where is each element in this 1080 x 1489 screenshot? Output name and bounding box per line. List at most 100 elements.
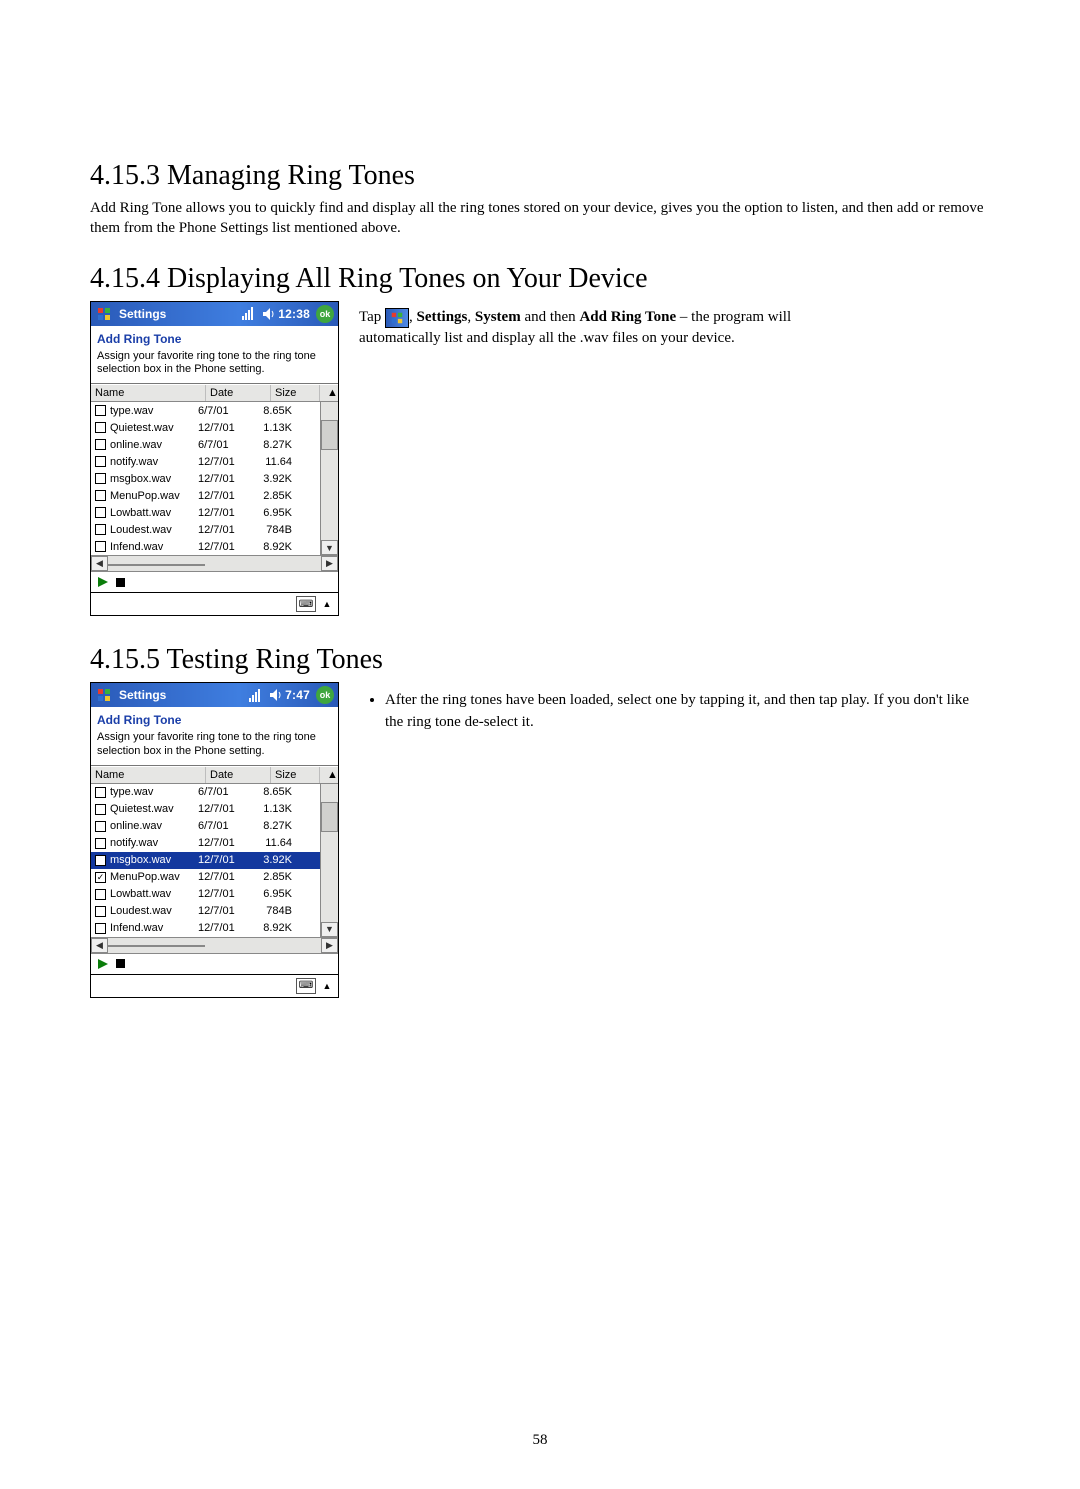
file-list-header: Name Date Size ▲ xyxy=(91,766,338,784)
file-checkbox[interactable] xyxy=(95,490,106,501)
column-header-name[interactable]: Name xyxy=(91,385,206,401)
file-checkbox[interactable] xyxy=(95,821,106,832)
play-button[interactable] xyxy=(97,576,109,588)
file-row[interactable]: Loudest.wav12/7/01784B xyxy=(91,521,320,538)
stop-button[interactable] xyxy=(115,577,126,588)
file-row[interactable]: online.wav6/7/018.27K xyxy=(91,818,320,835)
ok-button[interactable]: ok xyxy=(316,686,334,704)
file-row[interactable]: notify.wav12/7/0111.64 xyxy=(91,835,320,852)
column-header-size[interactable]: Size xyxy=(271,767,320,783)
keyboard-icon[interactable]: ⌨ xyxy=(296,978,316,994)
sip-footer: ⌨ ▲ xyxy=(91,592,338,615)
file-checkbox[interactable] xyxy=(95,889,106,900)
file-checkbox[interactable] xyxy=(95,507,106,518)
file-row[interactable]: Infend.wav12/7/018.92K xyxy=(91,920,320,937)
file-size: 6.95K xyxy=(254,507,292,519)
scroll-right-button[interactable]: ▶ xyxy=(321,938,338,953)
sip-up-icon[interactable]: ▲ xyxy=(320,597,334,611)
file-date: 12/7/01 xyxy=(198,803,254,815)
file-checkbox[interactable] xyxy=(95,838,106,849)
stop-button[interactable] xyxy=(115,958,126,969)
volume-icon[interactable] xyxy=(262,307,276,321)
window-title: Settings xyxy=(119,688,166,702)
file-date: 12/7/01 xyxy=(198,871,254,883)
window-titlebar: Settings 12:38 ok xyxy=(91,302,338,326)
signal-icon[interactable] xyxy=(249,689,263,702)
scroll-left-button[interactable]: ◀ xyxy=(91,556,108,571)
column-header-date[interactable]: Date xyxy=(206,767,271,783)
playback-toolbar xyxy=(91,571,338,592)
file-size: 8.92K xyxy=(254,541,292,553)
column-header-name[interactable]: Name xyxy=(91,767,206,783)
start-flag-icon[interactable] xyxy=(95,305,113,323)
screen-instruction: Assign your favorite ring tone to the ri… xyxy=(91,731,338,766)
file-row[interactable]: Quietest.wav12/7/011.13K xyxy=(91,419,320,436)
file-name: Infend.wav xyxy=(110,541,198,553)
file-checkbox[interactable] xyxy=(95,787,106,798)
file-checkbox[interactable] xyxy=(95,422,106,433)
clock-time[interactable]: 7:47 xyxy=(285,688,310,702)
file-checkbox[interactable]: ✓ xyxy=(95,872,106,883)
scroll-up-button[interactable]: ▲ xyxy=(320,385,345,401)
scroll-down-button[interactable]: ▼ xyxy=(321,540,338,555)
file-checkbox[interactable] xyxy=(95,439,106,450)
vertical-scrollbar[interactable]: ▼ xyxy=(320,402,338,555)
file-date: 12/7/01 xyxy=(198,422,254,434)
file-checkbox[interactable] xyxy=(95,405,106,416)
scroll-up-button[interactable]: ▲ xyxy=(320,767,345,783)
file-size: 8.27K xyxy=(254,439,292,451)
start-flag-icon[interactable] xyxy=(95,686,113,704)
file-row[interactable]: msgbox.wav12/7/013.92K xyxy=(91,852,320,869)
column-header-date[interactable]: Date xyxy=(206,385,271,401)
keyboard-icon[interactable]: ⌨ xyxy=(296,596,316,612)
sip-up-icon[interactable]: ▲ xyxy=(320,979,334,993)
file-date: 12/7/01 xyxy=(198,490,254,502)
file-date: 12/7/01 xyxy=(198,456,254,468)
file-row[interactable]: Quietest.wav12/7/011.13K xyxy=(91,801,320,818)
file-name: type.wav xyxy=(110,405,198,417)
file-size: 1.13K xyxy=(254,803,292,815)
file-checkbox[interactable] xyxy=(95,923,106,934)
file-checkbox[interactable] xyxy=(95,855,106,866)
file-date: 12/7/01 xyxy=(198,888,254,900)
file-size: 11.64 xyxy=(254,837,292,849)
page-number: 58 xyxy=(0,1432,1080,1449)
ok-button[interactable]: ok xyxy=(316,305,334,323)
file-checkbox[interactable] xyxy=(95,473,106,484)
horizontal-scrollbar[interactable]: ◀ ▶ xyxy=(91,555,338,571)
file-name: Loudest.wav xyxy=(110,524,198,536)
file-row[interactable]: ✓MenuPop.wav12/7/012.85K xyxy=(91,869,320,886)
signal-icon[interactable] xyxy=(242,307,256,320)
file-row[interactable]: msgbox.wav12/7/013.92K xyxy=(91,470,320,487)
scroll-right-button[interactable]: ▶ xyxy=(321,556,338,571)
file-row[interactable]: online.wav6/7/018.27K xyxy=(91,436,320,453)
file-row[interactable]: type.wav6/7/018.65K xyxy=(91,402,320,419)
volume-icon[interactable] xyxy=(269,688,283,702)
file-size: 11.64 xyxy=(254,456,292,468)
window-titlebar: Settings 7:47 ok xyxy=(91,683,338,707)
file-size: 8.27K xyxy=(254,820,292,832)
file-row[interactable]: MenuPop.wav12/7/012.85K xyxy=(91,487,320,504)
file-checkbox[interactable] xyxy=(95,524,106,535)
file-row[interactable]: Loudest.wav12/7/01784B xyxy=(91,903,320,920)
file-row[interactable]: Lowbatt.wav12/7/016.95K xyxy=(91,504,320,521)
file-checkbox[interactable] xyxy=(95,541,106,552)
heading-testing-ring-tones: 4.15.5 Testing Ring Tones xyxy=(90,644,990,676)
scroll-left-button[interactable]: ◀ xyxy=(91,938,108,953)
file-row[interactable]: type.wav6/7/018.65K xyxy=(91,784,320,801)
testing-bullet-list: After the ring tones have been loaded, s… xyxy=(359,690,990,734)
clock-time[interactable]: 12:38 xyxy=(278,307,310,321)
file-checkbox[interactable] xyxy=(95,804,106,815)
vertical-scrollbar[interactable]: ▼ xyxy=(320,784,338,937)
horizontal-scrollbar[interactable]: ◀ ▶ xyxy=(91,937,338,953)
file-size: 3.92K xyxy=(254,854,292,866)
file-checkbox[interactable] xyxy=(95,906,106,917)
scroll-down-button[interactable]: ▼ xyxy=(321,922,338,937)
file-name: Loudest.wav xyxy=(110,905,198,917)
file-checkbox[interactable] xyxy=(95,456,106,467)
file-row[interactable]: notify.wav12/7/0111.64 xyxy=(91,453,320,470)
file-row[interactable]: Infend.wav12/7/018.92K xyxy=(91,538,320,555)
column-header-size[interactable]: Size xyxy=(271,385,320,401)
play-button[interactable] xyxy=(97,958,109,970)
file-row[interactable]: Lowbatt.wav12/7/016.95K xyxy=(91,886,320,903)
